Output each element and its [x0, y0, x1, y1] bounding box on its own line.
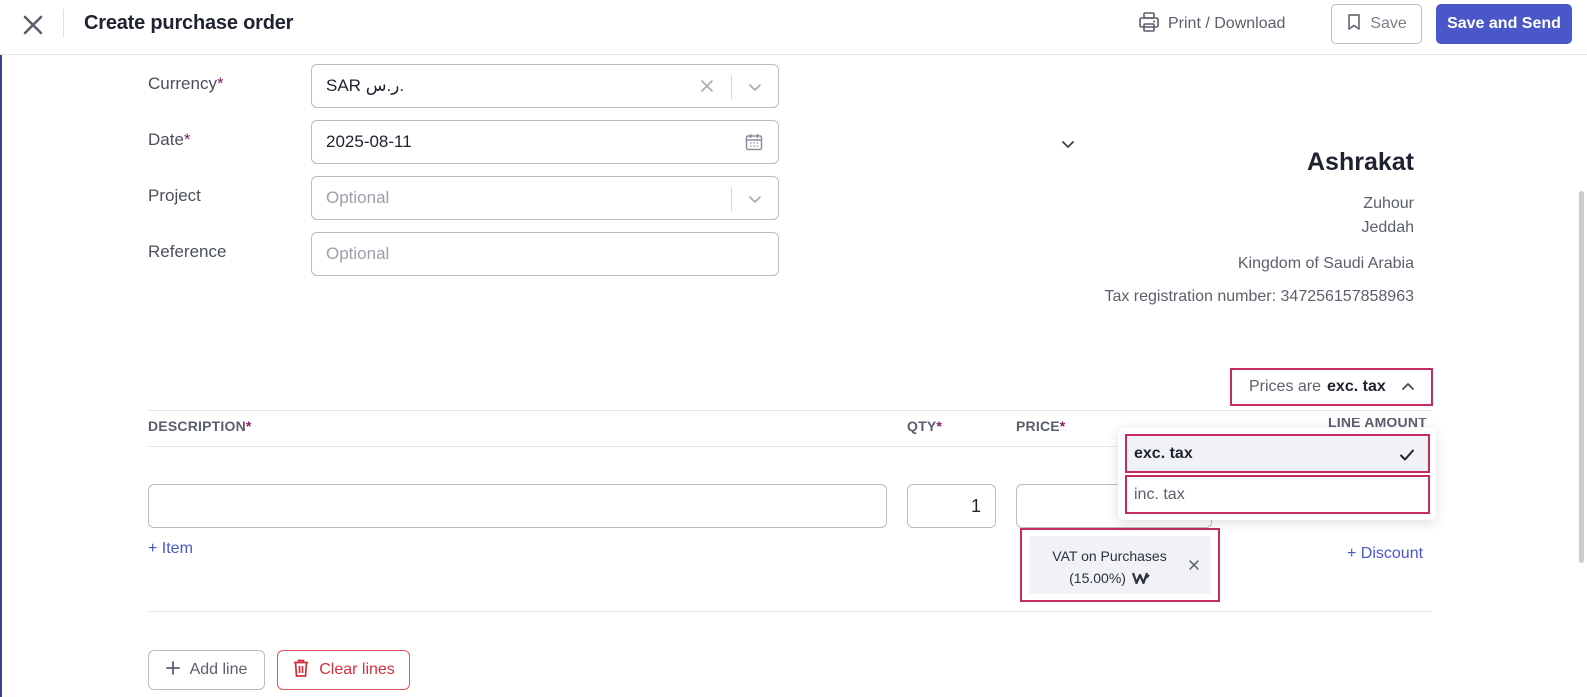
select-separator	[731, 187, 732, 211]
col-description: DESCRIPTION*	[148, 418, 252, 434]
table-top-divider	[148, 410, 1432, 411]
chevron-down-icon[interactable]	[746, 78, 764, 96]
reference-placeholder: Optional	[326, 244, 390, 263]
date-value: 2025-08-11	[326, 132, 412, 151]
chevron-down-icon[interactable]	[746, 190, 764, 208]
bookmark-icon	[1346, 13, 1362, 36]
contact-name: Ashrakat	[1307, 148, 1414, 176]
tax-chip-label: VAT on Purchases (15.00%)	[1052, 548, 1167, 586]
clear-lines-button[interactable]: Clear lines	[277, 650, 410, 690]
scrollbar-thumb[interactable]	[1579, 191, 1584, 563]
prices-value: exc. tax	[1327, 378, 1386, 395]
scrollbar[interactable]	[1577, 56, 1587, 697]
option-exc-tax[interactable]: exc. tax	[1125, 434, 1430, 473]
tax-chip-highlight: VAT on Purchases (15.00%)	[1020, 528, 1220, 602]
project-label: Project	[148, 186, 201, 205]
save-and-send-button[interactable]: Save and Send	[1436, 4, 1572, 44]
add-line-button[interactable]: Add line	[148, 650, 265, 690]
save-button[interactable]: Save	[1331, 4, 1422, 44]
add-item-link[interactable]: + Item	[148, 540, 193, 558]
qty-input[interactable]: 1	[907, 484, 996, 528]
prices-tax-toggle[interactable]: Prices are exc. tax	[1230, 368, 1433, 406]
reference-label: Reference	[148, 242, 227, 261]
clear-icon[interactable]	[698, 77, 716, 95]
project-select[interactable]: Optional	[311, 176, 779, 220]
add-line-label: Add line	[189, 661, 248, 678]
left-edge-accent	[0, 0, 2, 697]
add-discount-link[interactable]: + Discount	[1347, 545, 1423, 563]
prices-prefix: Prices are	[1249, 378, 1322, 395]
check-icon	[1398, 446, 1416, 464]
save-label: Save	[1370, 15, 1407, 32]
col-price: PRICE*	[1016, 418, 1066, 434]
trash-icon	[292, 658, 310, 683]
print-download-button[interactable]: Print / Download	[1138, 10, 1285, 38]
col-qty: QTY*	[907, 418, 943, 434]
contact-tax-number: Tax registration number: 347256157858963	[1104, 288, 1414, 305]
description-input[interactable]	[148, 484, 887, 528]
option-exc-tax-label: exc. tax	[1134, 444, 1193, 462]
tax-mode-dropdown: exc. tax inc. tax	[1118, 428, 1436, 520]
close-icon[interactable]	[20, 12, 46, 38]
currency-value: SAR ر.س.	[326, 76, 405, 95]
tax-chip[interactable]: VAT on Purchases (15.00%)	[1029, 536, 1211, 594]
contact-chevron-down-icon[interactable]	[1059, 135, 1077, 153]
currency-label: Currency*	[148, 74, 224, 93]
printer-icon	[1138, 11, 1160, 38]
print-download-label: Print / Download	[1168, 15, 1286, 32]
project-placeholder: Optional	[326, 188, 390, 207]
select-separator	[731, 75, 732, 99]
chevron-up-icon	[1400, 379, 1416, 395]
table-bottom-divider	[148, 611, 1432, 612]
contact-address: Zuhour	[1363, 195, 1414, 212]
clear-lines-label: Clear lines	[319, 661, 395, 678]
page-title: Create purchase order	[84, 12, 294, 34]
contact-country: Kingdom of Saudi Arabia	[1237, 255, 1414, 272]
remove-tax-icon[interactable]	[1187, 558, 1201, 572]
contact-city: Jeddah	[1361, 219, 1415, 236]
date-label: Date*	[148, 130, 191, 149]
tax-provider-logo-icon	[1131, 572, 1150, 585]
option-inc-tax[interactable]: inc. tax	[1125, 475, 1430, 514]
date-field[interactable]: 2025-08-11	[311, 120, 779, 164]
option-inc-tax-label: inc. tax	[1134, 485, 1185, 503]
plus-icon	[165, 660, 180, 680]
currency-select[interactable]: SAR ر.س.	[311, 64, 779, 108]
top-bar: Create purchase order Print / Download S…	[0, 0, 1587, 55]
header-divider	[63, 9, 64, 37]
calendar-icon[interactable]	[744, 132, 764, 152]
reference-input[interactable]: Optional	[311, 232, 779, 276]
